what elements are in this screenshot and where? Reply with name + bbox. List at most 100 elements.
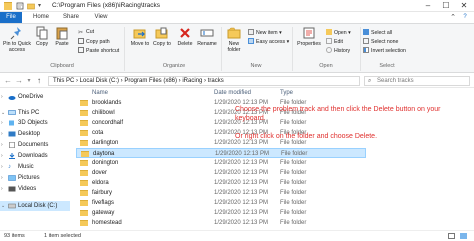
sidebar-item-videos[interactable]: › Videos — [0, 184, 70, 194]
tab-share[interactable]: Share — [60, 12, 82, 23]
recent-locations-icon[interactable]: ▾ — [24, 76, 34, 86]
file-name: eldora — [92, 180, 109, 186]
table-row[interactable]: fiveflags 1/29/2020 12:13 PM File folder — [76, 198, 366, 208]
folder-icon — [80, 210, 88, 216]
chevron-down-icon[interactable]: ⌄ — [1, 201, 5, 211]
move-to-button[interactable]: Move to — [130, 26, 150, 47]
paste-icon — [56, 27, 68, 40]
sidebar-item-this-pc[interactable]: ⌄ This PC — [0, 108, 70, 118]
collapse-ribbon-icon[interactable]: ⌃ — [448, 12, 458, 23]
invert-selection-button[interactable]: Invert selection — [363, 47, 406, 55]
status-bar: 93 items 1 item selected — [0, 230, 474, 240]
search-input[interactable]: ⌕ Search tracks — [364, 76, 470, 86]
chevron-right-icon[interactable]: › — [1, 129, 3, 139]
chevron-right-icon[interactable]: › — [1, 162, 3, 172]
column-header-date[interactable]: Date modified — [214, 88, 251, 98]
select-none-button[interactable]: Select none — [363, 38, 398, 46]
new-folder-button[interactable]: New folder — [224, 26, 244, 53]
chevron-down-icon[interactable]: ⌄ — [1, 108, 5, 118]
paste-button[interactable]: Paste — [52, 26, 72, 47]
file-date: 1/29/2020 12:13 PM — [214, 180, 269, 186]
delete-button[interactable]: Delete — [175, 26, 195, 47]
tab-home[interactable]: Home — [30, 12, 52, 23]
file-type: File folder — [280, 170, 307, 176]
video-icon — [8, 186, 16, 192]
file-name: brooklands — [92, 100, 122, 106]
minimize-icon[interactable]: – — [420, 0, 436, 12]
ribbon-separator — [292, 27, 293, 71]
help-icon[interactable]: ? — [460, 12, 470, 23]
folder-icon — [80, 110, 88, 116]
file-date: 1/29/2020 12:13 PM — [214, 190, 269, 196]
sidebar-item-downloads[interactable]: › Downloads — [0, 151, 70, 161]
chevron-right-icon[interactable]: › — [1, 184, 3, 194]
sidebar-item-pictures[interactable]: › Pictures — [0, 173, 70, 183]
tab-view[interactable]: View — [90, 12, 112, 23]
annotation-line-2: Or right click on the folder and choose … — [235, 133, 378, 140]
cut-button[interactable]: ✂ Cut — [78, 29, 94, 36]
paste-shortcut-button[interactable]: Paste shortcut — [78, 47, 119, 55]
column-header-name[interactable]: Name — [92, 88, 108, 98]
delete-icon — [180, 28, 190, 38]
chevron-right-icon[interactable]: › — [1, 173, 3, 183]
table-row[interactable]: dover 1/29/2020 12:13 PM File folder — [76, 168, 366, 178]
address-bar[interactable]: This PC › Local Disk (C:) › Program File… — [48, 76, 360, 86]
up-icon[interactable]: ↑ — [34, 76, 44, 86]
sidebar-item-local-disk[interactable]: ⌄ Local Disk (C:) — [0, 201, 70, 211]
breadcrumb[interactable]: This PC › Local Disk (C:) › Program File… — [53, 78, 224, 84]
column-header-type[interactable]: Type — [280, 88, 293, 98]
instruction-annotation: Choose the problem track and then click … — [235, 105, 455, 150]
file-name: donington — [92, 160, 119, 166]
copy-path-button[interactable]: Copy path — [78, 38, 110, 46]
properties-button[interactable]: Properties — [294, 26, 324, 47]
large-icons-view-icon[interactable] — [460, 233, 467, 239]
sidebar-item-onedrive[interactable]: › OneDrive — [0, 92, 70, 102]
table-row[interactable]: gateway 1/29/2020 12:13 PM File folder — [76, 208, 366, 218]
file-date: 1/29/2020 12:13 PM — [214, 160, 269, 166]
pin-quick-access-button[interactable]: Pin to Quick access — [2, 26, 32, 53]
file-name: dover — [92, 170, 108, 176]
sidebar-item-desktop[interactable]: › Desktop — [0, 129, 70, 139]
easy-access-button[interactable]: Easy access ▾ — [248, 38, 289, 46]
chevron-right-icon[interactable]: › — [1, 92, 3, 102]
copy-button[interactable]: Copy — [33, 26, 51, 47]
folder-icon — [80, 120, 88, 126]
properties-icon[interactable] — [16, 2, 24, 10]
close-icon[interactable]: ✕ — [456, 0, 472, 12]
chevron-right-icon[interactable]: › — [1, 118, 3, 128]
copy-to-button[interactable]: Copy to — [152, 26, 172, 47]
new-item-button[interactable]: New item ▾ — [248, 29, 282, 37]
forward-icon[interactable]: → — [14, 76, 24, 86]
back-icon[interactable]: ← — [3, 76, 13, 86]
ribbon-separator — [360, 27, 361, 71]
select-all-button[interactable]: Select all — [363, 29, 392, 37]
tab-file[interactable]: File — [0, 12, 22, 23]
details-view-icon[interactable] — [448, 233, 455, 239]
chevron-right-icon[interactable]: › — [1, 140, 3, 150]
table-row[interactable]: homestead 1/29/2020 12:13 PM File folder — [76, 218, 366, 228]
file-type: File folder — [280, 190, 307, 196]
table-row[interactable]: fairbury 1/29/2020 12:13 PM File folder — [76, 188, 366, 198]
move-to-icon — [133, 29, 146, 39]
folder-icon — [80, 140, 88, 146]
rename-button[interactable]: Rename — [196, 26, 218, 47]
folder-icon — [4, 2, 12, 10]
sidebar-item-3d-objects[interactable]: › 3D Objects — [0, 118, 70, 128]
open-button[interactable]: Open ▾ — [326, 29, 351, 37]
folder-icon — [80, 100, 88, 106]
table-row[interactable]: eldora 1/29/2020 12:13 PM File folder — [76, 178, 366, 188]
file-type: File folder — [280, 210, 307, 216]
table-row[interactable]: donington 1/29/2020 12:13 PM File folder — [76, 158, 366, 168]
new-folder-icon[interactable] — [27, 2, 35, 10]
sidebar-item-music[interactable]: › ♪ Music — [0, 162, 70, 172]
folder-icon — [80, 180, 88, 186]
sidebar-item-documents[interactable]: › Documents — [0, 140, 70, 150]
file-date: 1/29/2020 12:13 PM — [214, 200, 269, 206]
file-name: fairbury — [92, 190, 113, 196]
history-button[interactable]: History — [326, 47, 350, 55]
folder-icon — [80, 220, 88, 226]
customize-qat-icon[interactable]: ▾ — [38, 2, 46, 10]
chevron-right-icon[interactable]: › — [1, 151, 3, 161]
maximize-icon[interactable]: ☐ — [438, 0, 454, 12]
edit-button[interactable]: Edit — [326, 38, 343, 46]
